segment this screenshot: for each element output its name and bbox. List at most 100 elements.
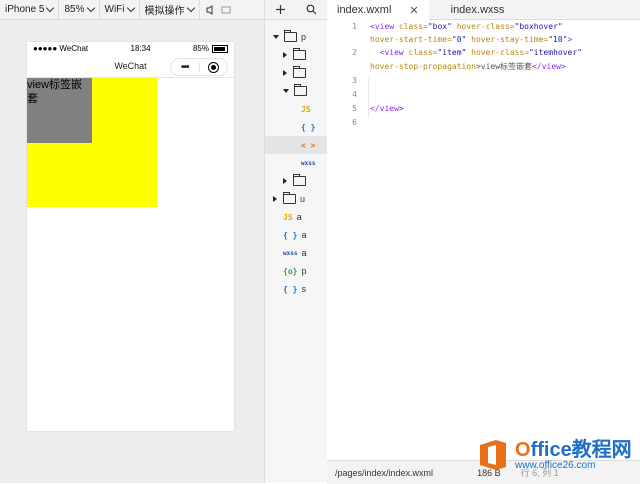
caret-right-icon [283,178,287,184]
search-icon[interactable] [306,4,317,15]
tree-folder-pages[interactable]: p [273,28,306,46]
more-icon[interactable]: ••• [171,62,199,73]
tree-label: s [301,284,306,294]
json-file-icon: { } [301,122,316,132]
editor-tabs: index.wxml ✕ index.wxss [327,0,640,20]
code-token: hover-start-time= [370,35,452,44]
file-path: /pages/index/index.wxml [335,467,434,478]
phone-nav-bar: WeChat ••• [27,55,234,78]
line-number: 4 [352,90,357,99]
code-token: > [567,35,573,44]
caret-down-icon [273,35,279,39]
code-token: <view [379,48,404,57]
tab-label: index.wxml [337,4,392,16]
tab-index-wxss[interactable]: index.wxss [429,0,515,19]
zoom-select[interactable]: 85% [59,0,100,19]
tree-file-app-js[interactable]: JS a [283,208,302,226]
line-number: 5 [352,104,357,113]
caret-right-icon [283,52,287,58]
line-number: 1 [352,22,357,31]
tree-file-index-js[interactable]: JS [301,100,315,118]
box-view[interactable]: view标签嵌套 [27,78,157,207]
code-token: "box" [427,22,452,31]
js-file-icon: JS [301,104,311,114]
code-token: "10" [548,35,568,44]
chevron-down-icon [46,3,55,13]
line-number: 2 [352,48,357,57]
code-token: hover-class= [451,22,515,31]
watermark-site: www.office26.com [515,459,596,471]
folder-icon [293,174,306,186]
tree-folder[interactable] [283,46,310,64]
indent-guide [368,78,640,118]
device-select[interactable]: iPhone 5 [0,0,60,19]
tree-file-index-wxss[interactable]: wxss [301,154,319,172]
battery-icon [212,44,228,53]
phone-status-bar: ●●●●● WeChat 18:34 85% [27,42,234,55]
code-line: </view> [370,104,404,113]
tab-label: index.wxss [450,3,505,16]
close-icon[interactable]: ✕ [409,4,418,17]
tree-file-sitemap[interactable]: { } s [283,280,306,298]
watermark: Office教程网 www.office26.com [476,432,636,478]
time-label: 18:34 [130,44,151,53]
code-token: class= [403,48,438,57]
code-token: </view> [370,104,404,113]
tree-label: a [301,248,307,258]
speaker-icon[interactable] [206,4,215,15]
line-number: 3 [352,76,357,85]
folder-icon [293,48,306,60]
tree-folder-utils[interactable]: u [273,190,305,208]
config-file-icon: {o} [283,266,298,276]
add-icon[interactable] [275,4,286,15]
zoom-label: 85% [64,4,85,15]
simulator-panel: ●●●●● WeChat 18:34 85% WeChat ••• view标签… [0,20,264,483]
tree-label: u [300,194,306,204]
capsule-button[interactable]: ••• [170,58,228,76]
json-file-icon: { } [283,230,298,240]
chevron-down-icon [86,3,95,13]
code-line: hover-start-time="0" hover-stay-time="10… [370,35,572,44]
code-token: hover-stop-propagation [370,62,476,71]
network-select[interactable]: WiFi [100,0,140,19]
code-token: "item" [437,48,467,57]
folder-icon [283,192,296,204]
simulate-label: 模拟操作 [144,6,185,17]
explorer-toolbar [264,0,327,20]
code-token: >view标签嵌套 [475,62,533,71]
tree-label: a [296,212,302,222]
phone-screen: ●●●●● WeChat 18:34 85% WeChat ••• view标签… [27,42,234,431]
tree-file-app-json[interactable]: { } a [283,226,306,244]
code-line: <view class="item" hover-class="itemhove… [370,48,582,57]
battery-label: 85% [192,44,209,53]
code-line: <view class="box" hover-class="boxhover" [370,22,563,31]
chevron-down-icon [186,3,195,13]
code-token: <view [370,22,395,31]
folder-open-icon [294,84,307,96]
tab-index-wxml[interactable]: index.wxml ✕ [327,0,429,20]
json-file-icon: { } [283,284,298,294]
tree-label: a [301,230,307,240]
caret-right-icon [283,70,287,76]
wxml-file-icon: < > [301,140,316,150]
close-miniprogram-button[interactable] [200,61,228,73]
tree-folder[interactable] [283,172,310,190]
record-icon [207,61,219,73]
simulator-toolbar: iPhone 5 85% WiFi 模拟操作 [0,0,264,20]
chevron-down-icon [126,3,135,13]
item-view[interactable]: view标签嵌套 [27,78,92,143]
tree-file-app-wxss[interactable]: wxss a [283,244,306,262]
network-label: WiFi [104,4,125,15]
code-editor[interactable]: 1 2 3 4 5 6 <view class="box" hover-clas… [327,20,640,460]
tree-folder[interactable] [283,64,310,82]
wxss-file-icon: wxss [301,159,316,167]
tree-file-index-json[interactable]: { } [301,118,319,136]
js-file-icon: JS [283,212,293,222]
window-icon[interactable] [221,6,231,14]
nav-title: WeChat [114,61,147,71]
office-logo-icon [480,440,506,470]
simulate-menu[interactable]: 模拟操作 [140,0,200,19]
tree-folder-index[interactable] [283,82,311,100]
tree-file-index-wxml[interactable]: < > [265,136,327,154]
tree-file-project-config[interactable]: {o} p [283,262,306,280]
